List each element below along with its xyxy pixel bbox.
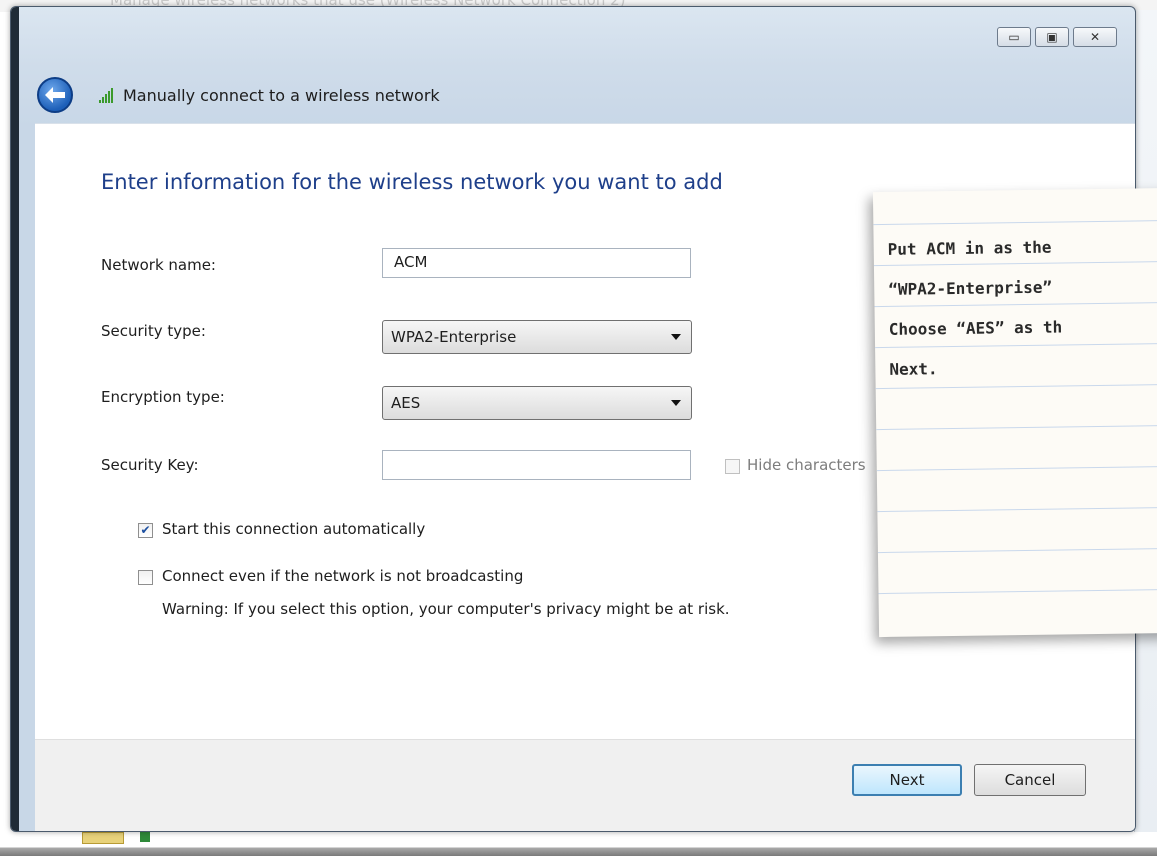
network-name-input[interactable]: ACM <box>382 248 691 278</box>
next-button[interactable]: Next <box>852 764 962 796</box>
privacy-warning: Warning: If you select this option, your… <box>162 600 730 618</box>
folder-icon <box>82 832 124 844</box>
note-line: “WPA2-Enterprise” <box>888 277 1053 299</box>
window-left-edge <box>11 7 19 831</box>
security-key-input[interactable] <box>382 450 691 480</box>
connect-hidden-checkbox[interactable] <box>138 570 153 585</box>
page-heading: Enter information for the wireless netwo… <box>101 170 723 194</box>
cancel-button[interactable]: Cancel <box>974 764 1086 796</box>
encryption-type-select[interactable]: AES <box>382 386 692 420</box>
encryption-type-value: AES <box>391 394 421 412</box>
dialog-footer: Next Cancel <box>35 739 1135 831</box>
security-type-value: WPA2-Enterprise <box>391 328 517 346</box>
dropdown-arrow-icon <box>671 400 681 406</box>
taskbar-edge <box>0 832 1157 856</box>
network-name-label: Network name: <box>101 256 216 274</box>
start-automatically-checkbox[interactable]: ✔ <box>138 523 153 538</box>
hide-characters-label: Hide characters <box>747 456 866 474</box>
note-line: Choose “AES” as th <box>888 317 1063 339</box>
note-line: Put ACM in as the <box>887 237 1052 259</box>
arrow-left-icon <box>45 87 65 103</box>
window-title: Manually connect to a wireless network <box>123 85 440 105</box>
caption-buttons: ▭ ▣ ✕ <box>993 27 1117 47</box>
close-icon: ✕ <box>1089 30 1101 44</box>
note-line: Next. <box>889 359 938 379</box>
security-type-label: Security type: <box>101 322 206 340</box>
app-icon <box>140 832 150 842</box>
connect-hidden-label: Connect even if the network is not broad… <box>162 567 524 585</box>
hide-characters-checkbox[interactable] <box>725 459 740 474</box>
window-header: Manually connect to a wireless network <box>37 77 440 113</box>
wireless-signal-icon <box>99 87 113 103</box>
maximize-button[interactable]: ▣ <box>1035 27 1069 47</box>
close-button[interactable]: ✕ <box>1073 27 1117 47</box>
minimize-icon: ▭ <box>1008 30 1020 44</box>
security-key-label: Security Key: <box>101 456 199 474</box>
instruction-note: Put ACM in as the “WPA2-Enterprise” Choo… <box>872 187 1157 638</box>
minimize-button[interactable]: ▭ <box>997 27 1031 47</box>
encryption-type-label: Encryption type: <box>101 388 225 406</box>
security-type-select[interactable]: WPA2-Enterprise <box>382 320 692 354</box>
maximize-icon: ▣ <box>1046 30 1058 44</box>
start-automatically-label: Start this connection automatically <box>162 520 426 538</box>
back-button[interactable] <box>37 77 73 113</box>
checkmark-icon: ✔ <box>140 523 151 537</box>
dropdown-arrow-icon <box>671 334 681 340</box>
